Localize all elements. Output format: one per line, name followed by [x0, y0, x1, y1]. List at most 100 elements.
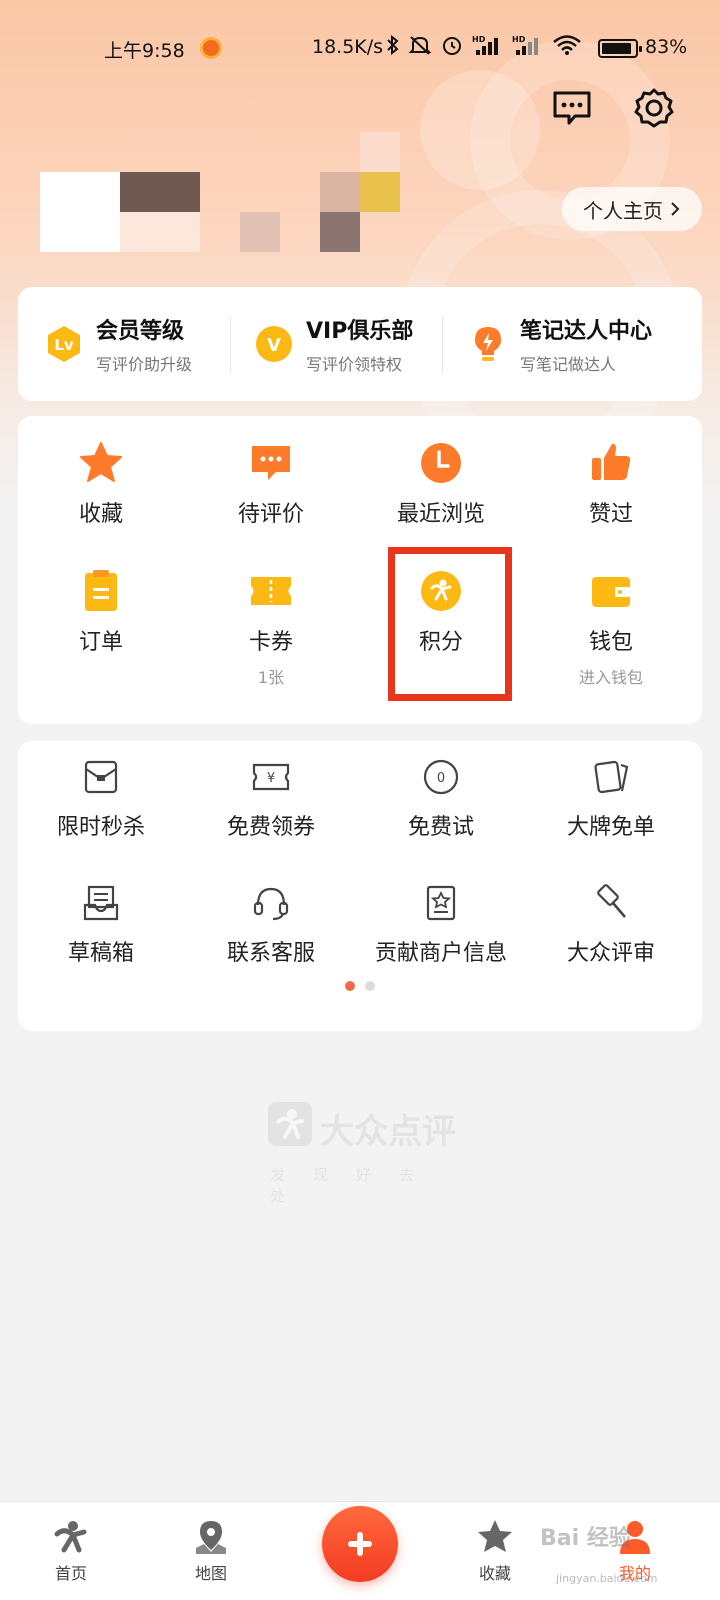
lightbulb-icon	[475, 327, 501, 361]
map-pin-icon	[196, 1521, 226, 1554]
chevron-right-icon	[671, 202, 680, 216]
tool-contribute[interactable]: 贡献商户信息	[356, 883, 526, 967]
svg-text:0: 0	[437, 771, 445, 786]
tool-label: 贡献商户信息	[374, 941, 507, 966]
grid-item-pending-review[interactable]: 待评价	[186, 440, 356, 528]
tool-flash-sale[interactable]: 限时秒杀	[16, 757, 186, 841]
tool-free-coupon[interactable]: ¥ 免费领券	[186, 757, 356, 841]
grid-label: 卡券	[248, 630, 293, 655]
member-level-sub: 写评价助升级	[96, 355, 193, 374]
add-post-button[interactable]	[322, 1506, 398, 1582]
note-expert-sub: 写笔记做达人	[520, 355, 617, 374]
wallet-icon	[592, 577, 630, 607]
free-order-icon	[594, 760, 629, 794]
tab-favorites[interactable]: 收藏	[440, 1502, 550, 1600]
status-bar: 上午9:58 18.5K/s HD HD 83%	[0, 30, 720, 66]
clock-icon	[421, 443, 461, 483]
svg-text:V: V	[267, 335, 281, 356]
profile-home-button[interactable]: 个人主页	[562, 187, 702, 231]
status-icons: HD HD	[386, 34, 582, 56]
grid-label: 赞过	[588, 502, 633, 527]
tool-customer-service[interactable]: 联系客服	[186, 883, 356, 967]
comment-icon	[252, 446, 290, 480]
headset-icon	[253, 887, 289, 921]
battery-icon	[598, 39, 642, 58]
page-dot-active	[345, 981, 355, 991]
grid-item-orders[interactable]: 订单	[16, 568, 186, 656]
grid-item-recent[interactable]: 最近浏览	[356, 440, 526, 528]
tool-drafts[interactable]: 草稿箱	[16, 883, 186, 967]
brand-watermark: 大众点评 发现好去处	[268, 1102, 468, 1205]
free-trial-icon: 0	[423, 759, 459, 795]
grid-item-wallet[interactable]: 钱包 进入钱包	[526, 568, 696, 688]
star-icon	[80, 442, 122, 482]
tool-brand-free[interactable]: 大牌免单	[526, 757, 696, 841]
highlight-annotation	[388, 547, 512, 701]
page-indicator	[18, 981, 702, 991]
baidu-watermark-url: jingyan.baidu.com	[556, 1572, 658, 1585]
message-icon[interactable]	[550, 86, 594, 130]
note-expert-title: 笔记达人中心	[520, 319, 653, 344]
drafts-icon	[83, 885, 119, 921]
grid-label: 订单	[78, 630, 123, 655]
vip-club-title: VIP俱乐部	[306, 319, 414, 344]
grid-item-favorites[interactable]: 收藏	[16, 440, 186, 528]
coupon-count: 1张	[257, 668, 285, 687]
tab-label: 首页	[54, 1564, 87, 1583]
member-level-entry[interactable]: Lv 会员等级 写评价助升级	[44, 287, 192, 401]
svg-text:¥: ¥	[267, 771, 275, 786]
tab-home[interactable]: 首页	[16, 1502, 126, 1600]
network-speed: 18.5K/s	[312, 36, 384, 58]
contribute-icon	[426, 885, 456, 921]
tool-label: 联系客服	[226, 941, 315, 966]
status-time: 上午9:58	[104, 40, 185, 62]
tool-label: 限时秒杀	[56, 815, 145, 840]
quick-entry-card: 收藏 待评价 最近浏览 赞过 订单 卡券 1张 积分 钱包 进入钱包	[18, 416, 702, 724]
member-level-title: 会员等级	[96, 319, 185, 344]
grid-label: 收藏	[78, 502, 123, 527]
tool-review-jury[interactable]: 大众评审	[526, 883, 696, 967]
grid-item-liked[interactable]: 赞过	[526, 440, 696, 528]
hd-signal-icon: HD	[472, 35, 498, 55]
vip-badge-icon: V	[256, 326, 292, 362]
profile-home-label: 个人主页	[583, 198, 663, 223]
vip-club-sub: 写评价领特权	[306, 355, 403, 374]
notification-app-icon	[200, 37, 222, 59]
order-clipboard-icon	[85, 570, 117, 611]
dianping-logo-icon	[268, 1102, 312, 1146]
tab-map[interactable]: 地图	[156, 1502, 266, 1600]
avatar[interactable]	[40, 172, 200, 252]
battery-percent: 83%	[645, 36, 688, 58]
svg-text:HD: HD	[512, 35, 526, 44]
mute-icon	[408, 36, 432, 55]
note-expert-entry[interactable]: 笔记达人中心 写笔记做达人	[468, 287, 652, 401]
star-tab-icon	[478, 1520, 512, 1552]
divider	[442, 317, 443, 373]
tab-label: 地图	[194, 1564, 227, 1583]
svg-text:Lv: Lv	[54, 336, 74, 354]
grid-label: 最近浏览	[396, 502, 485, 527]
tools-card: 限时秒杀 ¥ 免费领券 0 免费试 大牌免单 草稿箱 联系客服 贡献商户信息 大…	[18, 741, 702, 1031]
level-badge-icon: Lv	[48, 326, 80, 362]
svg-text:HD: HD	[472, 35, 486, 44]
alarm-icon	[443, 37, 461, 55]
settings-icon[interactable]	[632, 86, 676, 130]
bluetooth-icon	[387, 34, 399, 56]
grid-label: 待评价	[237, 502, 304, 527]
divider	[230, 317, 231, 373]
tool-label: 免费试	[407, 815, 474, 840]
tool-label: 大牌免单	[566, 815, 655, 840]
grid-label: 钱包	[588, 630, 633, 655]
baidu-watermark: Bai 经验	[540, 1526, 631, 1551]
coupon-icon: ¥	[252, 763, 290, 791]
grid-item-coupons[interactable]: 卡券 1张	[186, 568, 356, 688]
vip-club-entry[interactable]: V VIP俱乐部 写评价领特权	[254, 287, 413, 401]
flash-sale-icon	[84, 760, 118, 794]
wifi-icon	[553, 35, 581, 55]
tab-label: 收藏	[478, 1564, 511, 1583]
tool-label: 免费领券	[226, 815, 315, 840]
tool-free-trial[interactable]: 0 免费试	[356, 757, 526, 841]
brand-slogan: 发现好去处	[270, 1166, 443, 1205]
hd-signal-icon: HD	[512, 35, 538, 55]
gavel-icon	[597, 884, 626, 918]
